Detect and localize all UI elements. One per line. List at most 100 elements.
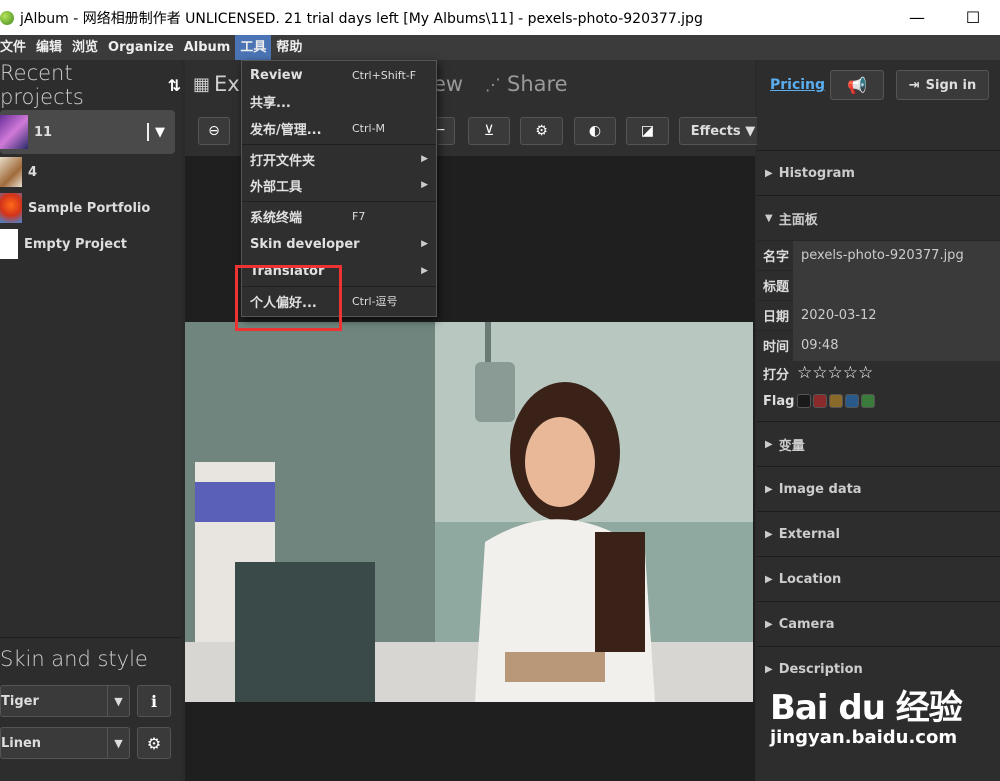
grid-icon: ▦ [193, 73, 211, 95]
baidu-watermark: Bai du 经验 jingyan.baidu.com [770, 680, 963, 748]
flag-row: Flag [757, 387, 1000, 415]
time-field[interactable]: 09:48 [793, 330, 1000, 361]
watermark-logo: Bai du 经验 [770, 688, 963, 728]
property-key: 名字 [763, 250, 790, 265]
date-field[interactable]: 2020-03-12 [793, 300, 1000, 331]
settings-button[interactable]: ⚙ [520, 117, 563, 145]
contrast-button[interactable]: ◐ [574, 117, 616, 145]
star-icon[interactable]: ☆ [843, 365, 858, 382]
section-label: 主面板 [778, 212, 818, 228]
style-value: Linen [1, 735, 42, 751]
expand-icon: ▶ [765, 663, 773, 675]
align-button[interactable]: ⊻ [468, 117, 510, 145]
sign-in-icon: ⇥ [908, 77, 920, 93]
project-item-sample-portfolio[interactable]: Sample Portfolio [0, 190, 181, 226]
align-icon: ⊻ [483, 123, 495, 139]
right-panel: Pricing 📢 ⇥ Sign in ▶ Histogram ▼ 主面板 名字 p… [757, 60, 1000, 781]
menu-item-skin-developer[interactable]: Skin developer ▶ [242, 231, 436, 257]
expand-icon: ▶ [765, 618, 773, 630]
menu-item-external-tools[interactable]: 外部工具 ▶ [242, 172, 436, 198]
menu-item-review[interactable]: Review Ctrl+Shift-F [242, 62, 436, 88]
camera-section[interactable]: ▶ Camera [757, 601, 1000, 646]
project-dropdown-button[interactable]: ▼ [147, 123, 165, 141]
zoom-out-button[interactable]: ⊖ [198, 117, 230, 145]
minimize-button[interactable]: — [894, 0, 940, 35]
skin-settings-button[interactable]: ⚙ [137, 727, 171, 759]
menu-item-share[interactable]: 共享... [242, 88, 436, 114]
menu-tools[interactable]: 工具 [235, 35, 272, 60]
location-section[interactable]: ▶ Location [757, 556, 1000, 601]
flag-blue[interactable] [845, 394, 859, 408]
tab-preview[interactable]: ew [433, 72, 463, 96]
menu-item-publish[interactable]: 发布/管理... Ctrl-M [242, 115, 436, 141]
section-label: Location [778, 571, 842, 587]
name-field[interactable]: pexels-photo-920377.jpg [793, 240, 1000, 271]
tab-preview-label: ew [433, 72, 464, 96]
menu-item-system-terminal[interactable]: 系统终端 F7 [242, 203, 436, 229]
menu-separator [242, 144, 436, 145]
image-data-section[interactable]: ▶ Image data [757, 466, 1000, 511]
skin-select[interactable]: Tiger ▼ [0, 685, 130, 717]
project-item-empty-project[interactable]: Empty Project [0, 226, 181, 262]
menu-help[interactable]: 帮助 [271, 35, 307, 60]
exposure-icon: ◪ [640, 123, 655, 139]
window-title: jAlbum - 网络相册制作者 UNLICENSED. 21 trial da… [20, 10, 703, 27]
menu-item-shortcut: F7 [352, 209, 366, 223]
tab-share[interactable]: ⋰ Share [485, 72, 568, 96]
menu-file[interactable]: 文件 [0, 35, 31, 60]
tab-explore[interactable]: ▦ Ex [193, 72, 240, 96]
title-field[interactable] [793, 270, 1000, 301]
menu-browse[interactable]: 浏览 [67, 35, 103, 60]
title-bar: jAlbum - 网络相册制作者 UNLICENSED. 21 trial da… [0, 0, 1000, 35]
star-icon[interactable]: ☆ [797, 365, 812, 382]
exposure-button[interactable]: ◪ [626, 117, 669, 145]
star-icon[interactable]: ☆ [812, 365, 827, 382]
photo-preview [185, 322, 753, 702]
menu-album[interactable]: Album [179, 35, 236, 60]
menu-item-label: 系统终端 [250, 210, 303, 226]
flag-black[interactable] [797, 394, 811, 408]
tab-share-label: Share [507, 72, 568, 96]
property-row: 标题 [757, 270, 1000, 301]
menu-item-shortcut: Ctrl-逗号 [352, 295, 398, 308]
project-name: Empty Project [24, 236, 128, 252]
flag-orange[interactable] [829, 394, 843, 408]
flag-green[interactable] [861, 394, 875, 408]
histogram-section[interactable]: ▶ Histogram [757, 150, 1000, 195]
megaphone-icon: 📢 [847, 75, 867, 95]
menu-item-label: Review [250, 67, 303, 83]
property-key: 日期 [763, 310, 790, 325]
property-row: 时间 09:48 [757, 330, 1000, 361]
menu-edit[interactable]: 编辑 [31, 35, 67, 60]
sort-icon[interactable]: ⇅ [168, 76, 181, 95]
announcements-button[interactable]: 📢 [830, 70, 884, 100]
star-icon[interactable]: ☆ [858, 365, 873, 382]
sign-in-button[interactable]: ⇥ Sign in [896, 70, 989, 100]
pricing-link[interactable]: Pricing [770, 77, 825, 93]
rating-row: 打分 ☆ ☆ ☆ ☆ ☆ [757, 360, 1000, 387]
skin-info-button[interactable]: ℹ [137, 685, 171, 717]
menu-organize[interactable]: Organize [103, 35, 179, 60]
main-panel-section[interactable]: ▼ 主面板 [757, 195, 1000, 240]
property-row: 日期 2020-03-12 [757, 300, 1000, 331]
menu-bar: 文件 编辑 浏览 Organize Album 工具 帮助 [0, 35, 1000, 60]
style-select[interactable]: Linen ▼ [0, 727, 130, 759]
section-label: Image data [778, 481, 862, 497]
skin-value: Tiger [1, 693, 39, 709]
menu-item-open-folder[interactable]: 打开文件夹 ▶ [242, 146, 436, 172]
flag-red[interactable] [813, 394, 827, 408]
section-label: External [778, 526, 840, 542]
submenu-arrow-icon: ▶ [421, 266, 428, 276]
star-icon[interactable]: ☆ [828, 365, 843, 382]
effects-dropdown-button[interactable]: Effects ▼ [679, 117, 767, 145]
submenu-arrow-icon: ▶ [421, 180, 428, 190]
jalbum-logo-icon [0, 10, 14, 25]
menu-item-label: 共享... [250, 95, 291, 111]
project-item-4[interactable]: 4 [0, 154, 181, 190]
project-item-11[interactable]: 11 ▼ [0, 110, 175, 154]
maximize-button[interactable]: ☐ [950, 0, 996, 35]
external-section[interactable]: ▶ External [757, 511, 1000, 556]
gear-icon: ⚙ [146, 733, 162, 753]
chevron-down-icon: ▼ [107, 728, 129, 758]
variables-section[interactable]: ▶ 变量 [757, 421, 1000, 466]
